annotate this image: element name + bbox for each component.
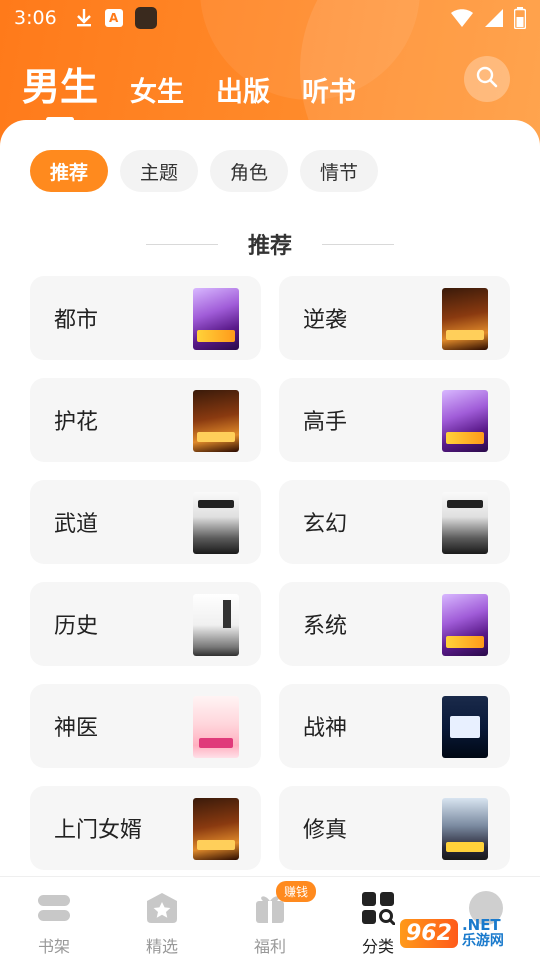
category-label: 玄幻 xyxy=(303,512,348,537)
section-title: 推荐 xyxy=(247,234,292,259)
star-icon xyxy=(145,891,179,925)
book-cover-image xyxy=(193,798,239,860)
site-watermark: 962 .NET 乐游网 xyxy=(400,910,532,956)
category-label: 武道 xyxy=(54,512,99,537)
divider xyxy=(145,243,218,245)
status-time: 3:06 xyxy=(14,7,57,29)
category-card[interactable]: 高手 xyxy=(279,378,510,462)
nav-label: 精选 xyxy=(145,937,178,956)
category-label: 高手 xyxy=(303,410,348,435)
category-label: 修真 xyxy=(303,818,348,843)
chip-recommend[interactable]: 推荐 xyxy=(30,150,108,192)
watermark-subtitle: 乐游网 xyxy=(461,932,504,949)
app-square-icon xyxy=(134,7,157,29)
category-icon xyxy=(361,891,395,925)
app-notification-icon: A xyxy=(104,9,123,27)
wifi-icon xyxy=(450,8,474,28)
chip-theme[interactable]: 主题 xyxy=(120,150,198,192)
search-button[interactable] xyxy=(464,56,510,102)
category-label: 战神 xyxy=(303,716,348,741)
book-cover-image xyxy=(442,594,488,656)
category-label: 都市 xyxy=(54,308,99,333)
bookshelf-icon xyxy=(37,891,71,925)
category-card[interactable]: 神医 xyxy=(30,684,261,768)
book-cover-image xyxy=(442,696,488,758)
status-bar: 3:06 A xyxy=(0,0,540,36)
category-label: 逆袭 xyxy=(303,308,348,333)
tab-label: 男生 xyxy=(22,65,99,109)
category-card[interactable]: 历史 xyxy=(30,582,261,666)
category-card[interactable]: 修真 xyxy=(279,786,510,870)
search-icon xyxy=(475,65,499,93)
tab-publish[interactable]: 出版 xyxy=(216,79,270,112)
category-label: 系统 xyxy=(303,614,348,639)
battery-icon xyxy=(514,7,526,29)
category-label: 护花 xyxy=(54,410,99,435)
tab-female[interactable]: 女生 xyxy=(130,79,184,112)
book-cover-image xyxy=(442,798,488,860)
chip-plot[interactable]: 情节 xyxy=(300,150,378,192)
book-cover-image xyxy=(193,288,239,350)
chip-role[interactable]: 角色 xyxy=(210,150,288,192)
category-label: 神医 xyxy=(54,716,99,741)
nav-label: 福利 xyxy=(253,937,286,956)
category-label: 上门女婿 xyxy=(54,818,143,843)
signal-icon xyxy=(484,8,504,28)
category-card[interactable]: 都市 xyxy=(30,276,261,360)
tab-label: 女生 xyxy=(130,77,185,108)
nav-featured[interactable]: 精选 xyxy=(108,877,216,960)
book-cover-image xyxy=(442,288,488,350)
book-cover-image xyxy=(193,696,239,758)
book-cover-image xyxy=(442,492,488,554)
book-cover-image xyxy=(193,492,239,554)
category-grid: 都市 逆袭 护花 高手 武道 玄幻 历史 系统 神医 战神 上门女婿 修真 xyxy=(30,276,510,870)
category-panel: 推荐 主题 角色 情节 推荐 都市 逆袭 护花 高手 武道 玄幻 历史 系统 神… xyxy=(0,120,540,876)
tab-label: 听书 xyxy=(302,77,357,108)
nav-label: 分类 xyxy=(361,937,394,956)
category-label: 历史 xyxy=(54,614,99,639)
category-card[interactable]: 系统 xyxy=(279,582,510,666)
book-cover-image xyxy=(193,594,239,656)
category-card[interactable]: 护花 xyxy=(30,378,261,462)
divider xyxy=(322,243,394,245)
nav-bookshelf[interactable]: 书架 xyxy=(0,877,108,960)
earn-money-badge: 赚钱 xyxy=(276,881,317,902)
category-card[interactable]: 武道 xyxy=(30,480,261,564)
section-header: 推荐 xyxy=(0,224,540,264)
nav-label: 书架 xyxy=(37,937,70,956)
tab-label: 出版 xyxy=(216,77,271,108)
watermark-suffix: .NET xyxy=(461,915,501,934)
watermark-logo: 962 xyxy=(400,918,458,948)
book-cover-image xyxy=(442,390,488,452)
tab-audiobook[interactable]: 听书 xyxy=(302,79,356,112)
nav-welfare[interactable]: 赚钱 福利 xyxy=(216,877,324,960)
category-card[interactable]: 玄幻 xyxy=(279,480,510,564)
category-card[interactable]: 上门女婿 xyxy=(30,786,261,870)
category-card[interactable]: 逆袭 xyxy=(279,276,510,360)
download-icon xyxy=(75,8,93,28)
filter-chips: 推荐 主题 角色 情节 xyxy=(30,150,378,192)
book-cover-image xyxy=(193,390,239,452)
tab-male[interactable]: 男生 xyxy=(22,65,99,122)
category-card[interactable]: 战神 xyxy=(279,684,510,768)
top-tab-bar: 男生 女生 出版 听书 xyxy=(0,52,540,122)
